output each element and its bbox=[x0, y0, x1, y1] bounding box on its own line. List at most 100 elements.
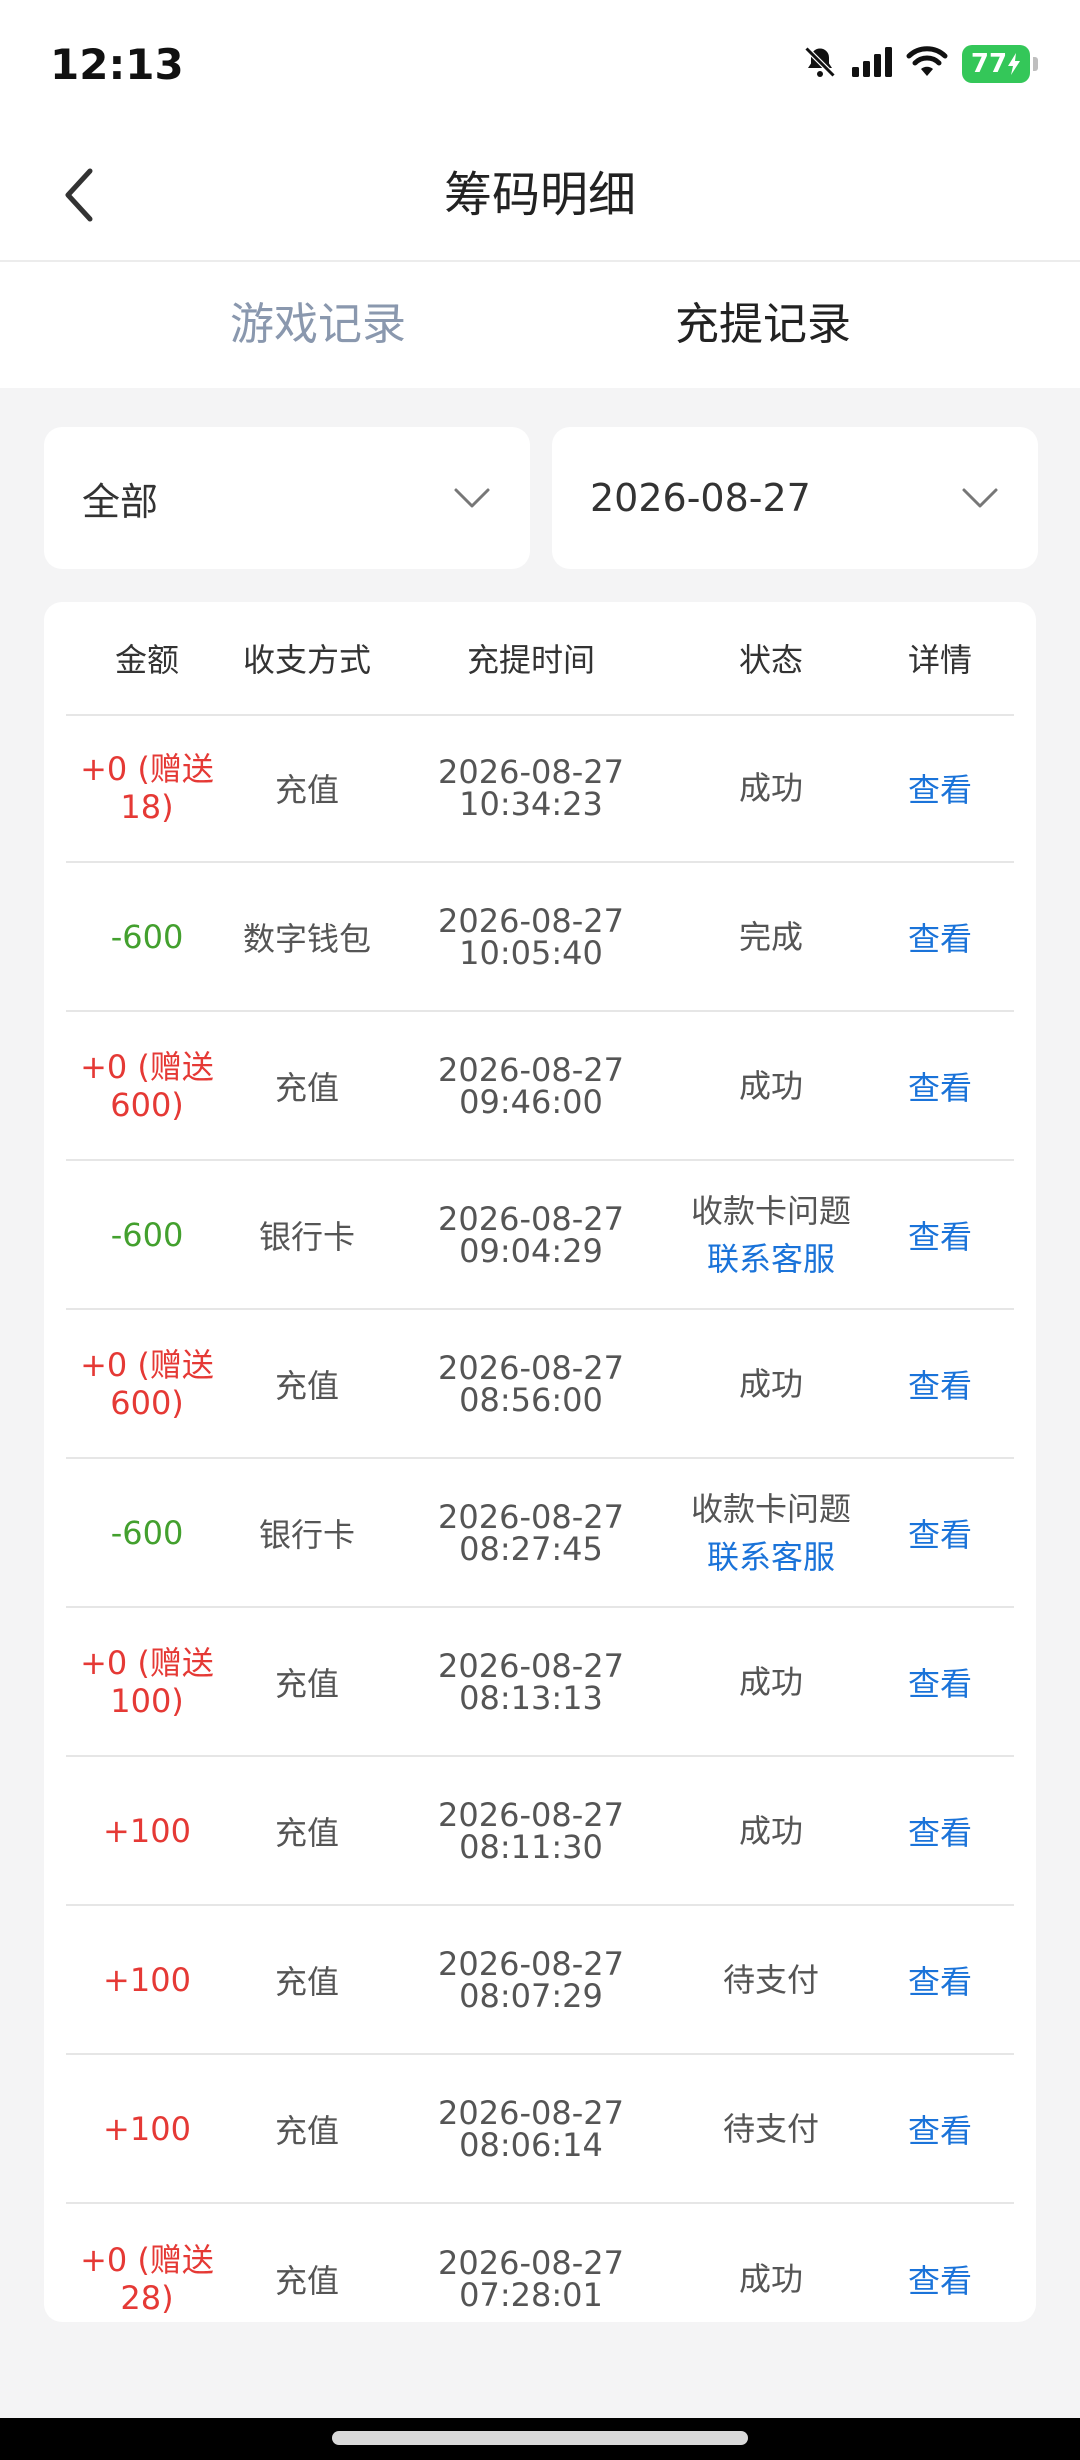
signal-icon bbox=[852, 47, 892, 81]
amount-cell: +0 (赠送100) bbox=[80, 1643, 214, 1720]
column-header-time: 充提时间 bbox=[466, 641, 595, 679]
status-cell: 成功 bbox=[738, 1811, 803, 1850]
column-header-detail: 详情 bbox=[907, 641, 972, 679]
status-cell: 待支付 bbox=[722, 2109, 819, 2148]
amount-cell: +0 (赠送600) bbox=[80, 1345, 214, 1422]
table-row: +100 充值 2026-08-27 08:11:30 成功 查看 bbox=[66, 1757, 1014, 1906]
date-filter-value: 2026-08-27 bbox=[590, 476, 811, 520]
amount-cell: -600 bbox=[110, 1513, 184, 1552]
status-cell: 完成 bbox=[738, 917, 803, 956]
back-button[interactable] bbox=[40, 155, 120, 235]
time-cell: 08:56:00 bbox=[459, 1380, 603, 1419]
contact-support-link[interactable]: 联系客服 bbox=[707, 1533, 835, 1581]
record-tabs: 游戏记录 充提记录 bbox=[0, 262, 1080, 388]
method-cell: 数字钱包 bbox=[242, 919, 371, 958]
filters: 全部 2026-08-27 bbox=[44, 427, 1038, 569]
method-cell: 充值 bbox=[274, 2111, 339, 2150]
charging-bolt-icon bbox=[1008, 53, 1021, 75]
battery-charging-icon: 77 bbox=[962, 45, 1038, 83]
status-bar: 12:13 77 bbox=[0, 0, 1080, 130]
date-cell: 2026-08-27 bbox=[438, 2243, 624, 2282]
amount-cell: +0 (赠送18) bbox=[80, 749, 214, 826]
date-cell: 2026-08-27 bbox=[438, 1944, 624, 1983]
records-table: 金额 收支方式 充提时间 状态 详情 +0 (赠送18) 充值 2026-08-… bbox=[44, 602, 1036, 2322]
time-cell: 08:06:14 bbox=[459, 2125, 603, 2164]
date-cell: 2026-08-27 bbox=[438, 1646, 624, 1685]
tab-deposit-withdraw-records[interactable]: 充提记录 bbox=[603, 262, 923, 388]
time-cell: 08:11:30 bbox=[459, 1827, 603, 1866]
status-icons: 77 bbox=[802, 44, 1038, 84]
view-detail-link[interactable]: 查看 bbox=[908, 1212, 972, 1258]
method-cell: 充值 bbox=[274, 770, 339, 809]
contact-support-link[interactable]: 联系客服 bbox=[707, 1235, 835, 1283]
status-cell: 待支付 bbox=[722, 1960, 819, 1999]
bell-off-icon bbox=[802, 44, 838, 84]
method-cell: 银行卡 bbox=[258, 1217, 355, 1256]
method-cell: 银行卡 bbox=[258, 1515, 355, 1554]
method-cell: 充值 bbox=[274, 1813, 339, 1852]
date-cell: 2026-08-27 bbox=[438, 1795, 624, 1834]
date-cell: 2026-08-27 bbox=[438, 1348, 624, 1387]
date-cell: 2026-08-27 bbox=[438, 2093, 624, 2132]
date-filter-dropdown[interactable]: 2026-08-27 bbox=[552, 427, 1038, 569]
time-cell: 10:34:23 bbox=[459, 784, 603, 823]
amount-cell: +100 bbox=[103, 1960, 191, 1999]
table-row: +0 (赠送28) 充值 2026-08-27 07:28:01 成功 查看 bbox=[66, 2204, 1014, 2322]
tab-game-records[interactable]: 游戏记录 bbox=[158, 262, 478, 388]
amount-cell: +100 bbox=[103, 1811, 191, 1850]
column-header-method: 收支方式 bbox=[242, 641, 371, 679]
table-row: -600 数字钱包 2026-08-27 10:05:40 完成 查看 bbox=[66, 863, 1014, 1012]
status-cell: 成功 bbox=[738, 768, 803, 807]
column-header-amount: 金额 bbox=[114, 641, 179, 679]
battery-level: 77 bbox=[970, 49, 1008, 79]
amount-cell: -600 bbox=[110, 1215, 184, 1254]
home-indicator[interactable] bbox=[332, 2431, 748, 2445]
method-cell: 充值 bbox=[274, 2261, 339, 2300]
time-cell: 08:13:13 bbox=[459, 1678, 603, 1717]
method-cell: 充值 bbox=[274, 1962, 339, 2001]
date-cell: 2026-08-27 bbox=[438, 901, 624, 940]
status-time: 12:13 bbox=[50, 40, 184, 89]
status-cell: 收款卡问题 bbox=[690, 1489, 851, 1528]
chevron-down-icon bbox=[962, 488, 998, 508]
wifi-icon bbox=[906, 46, 948, 82]
view-detail-link[interactable]: 查看 bbox=[908, 1510, 972, 1556]
amount-cell: +0 (赠送28) bbox=[80, 2240, 214, 2317]
table-row: +0 (赠送18) 充值 2026-08-27 10:34:23 成功 查看 bbox=[66, 714, 1014, 863]
time-cell: 08:27:45 bbox=[459, 1529, 603, 1568]
status-cell: 成功 bbox=[738, 1662, 803, 1701]
view-detail-link[interactable]: 查看 bbox=[908, 1808, 972, 1854]
chevron-left-icon bbox=[65, 168, 93, 222]
time-cell: 09:04:29 bbox=[459, 1231, 603, 1270]
date-cell: 2026-08-27 bbox=[438, 1497, 624, 1536]
view-detail-link[interactable]: 查看 bbox=[908, 2106, 972, 2152]
table-row: +0 (赠送600) 充值 2026-08-27 08:56:00 成功 查看 bbox=[66, 1310, 1014, 1459]
view-detail-link[interactable]: 查看 bbox=[908, 765, 972, 811]
status-cell: 成功 bbox=[738, 1364, 803, 1403]
view-detail-link[interactable]: 查看 bbox=[908, 914, 972, 960]
type-filter-dropdown[interactable]: 全部 bbox=[44, 427, 530, 569]
date-cell: 2026-08-27 bbox=[438, 1050, 624, 1089]
amount-cell: +100 bbox=[103, 2109, 191, 2148]
chevron-down-icon bbox=[454, 488, 490, 508]
column-header-status: 状态 bbox=[738, 641, 803, 679]
table-body: +0 (赠送18) 充值 2026-08-27 10:34:23 成功 查看 -6… bbox=[66, 714, 1014, 2322]
method-cell: 充值 bbox=[274, 1366, 339, 1405]
amount-cell: -600 bbox=[110, 917, 184, 956]
view-detail-link[interactable]: 查看 bbox=[908, 1063, 972, 1109]
view-detail-link[interactable]: 查看 bbox=[908, 1361, 972, 1407]
page-title: 筹码明细 bbox=[443, 167, 636, 223]
view-detail-link[interactable]: 查看 bbox=[908, 1957, 972, 2003]
table-row: -600 银行卡 2026-08-27 09:04:29 收款卡问题 联系客服 查看 bbox=[66, 1161, 1014, 1310]
view-detail-link[interactable]: 查看 bbox=[908, 1659, 972, 1705]
date-cell: 2026-08-27 bbox=[438, 752, 624, 791]
status-cell: 成功 bbox=[738, 2259, 803, 2298]
table-row: +100 充值 2026-08-27 08:07:29 待支付 查看 bbox=[66, 1906, 1014, 2055]
navigation-bar: 筹码明细 bbox=[0, 130, 1080, 262]
table-row: +0 (赠送600) 充值 2026-08-27 09:46:00 成功 查看 bbox=[66, 1012, 1014, 1161]
table-row: +100 充值 2026-08-27 08:06:14 待支付 查看 bbox=[66, 2055, 1014, 2204]
view-detail-link[interactable]: 查看 bbox=[908, 2256, 972, 2302]
time-cell: 08:07:29 bbox=[459, 1976, 603, 2015]
status-cell: 收款卡问题 bbox=[690, 1191, 851, 1230]
amount-cell: +0 (赠送600) bbox=[80, 1047, 214, 1124]
